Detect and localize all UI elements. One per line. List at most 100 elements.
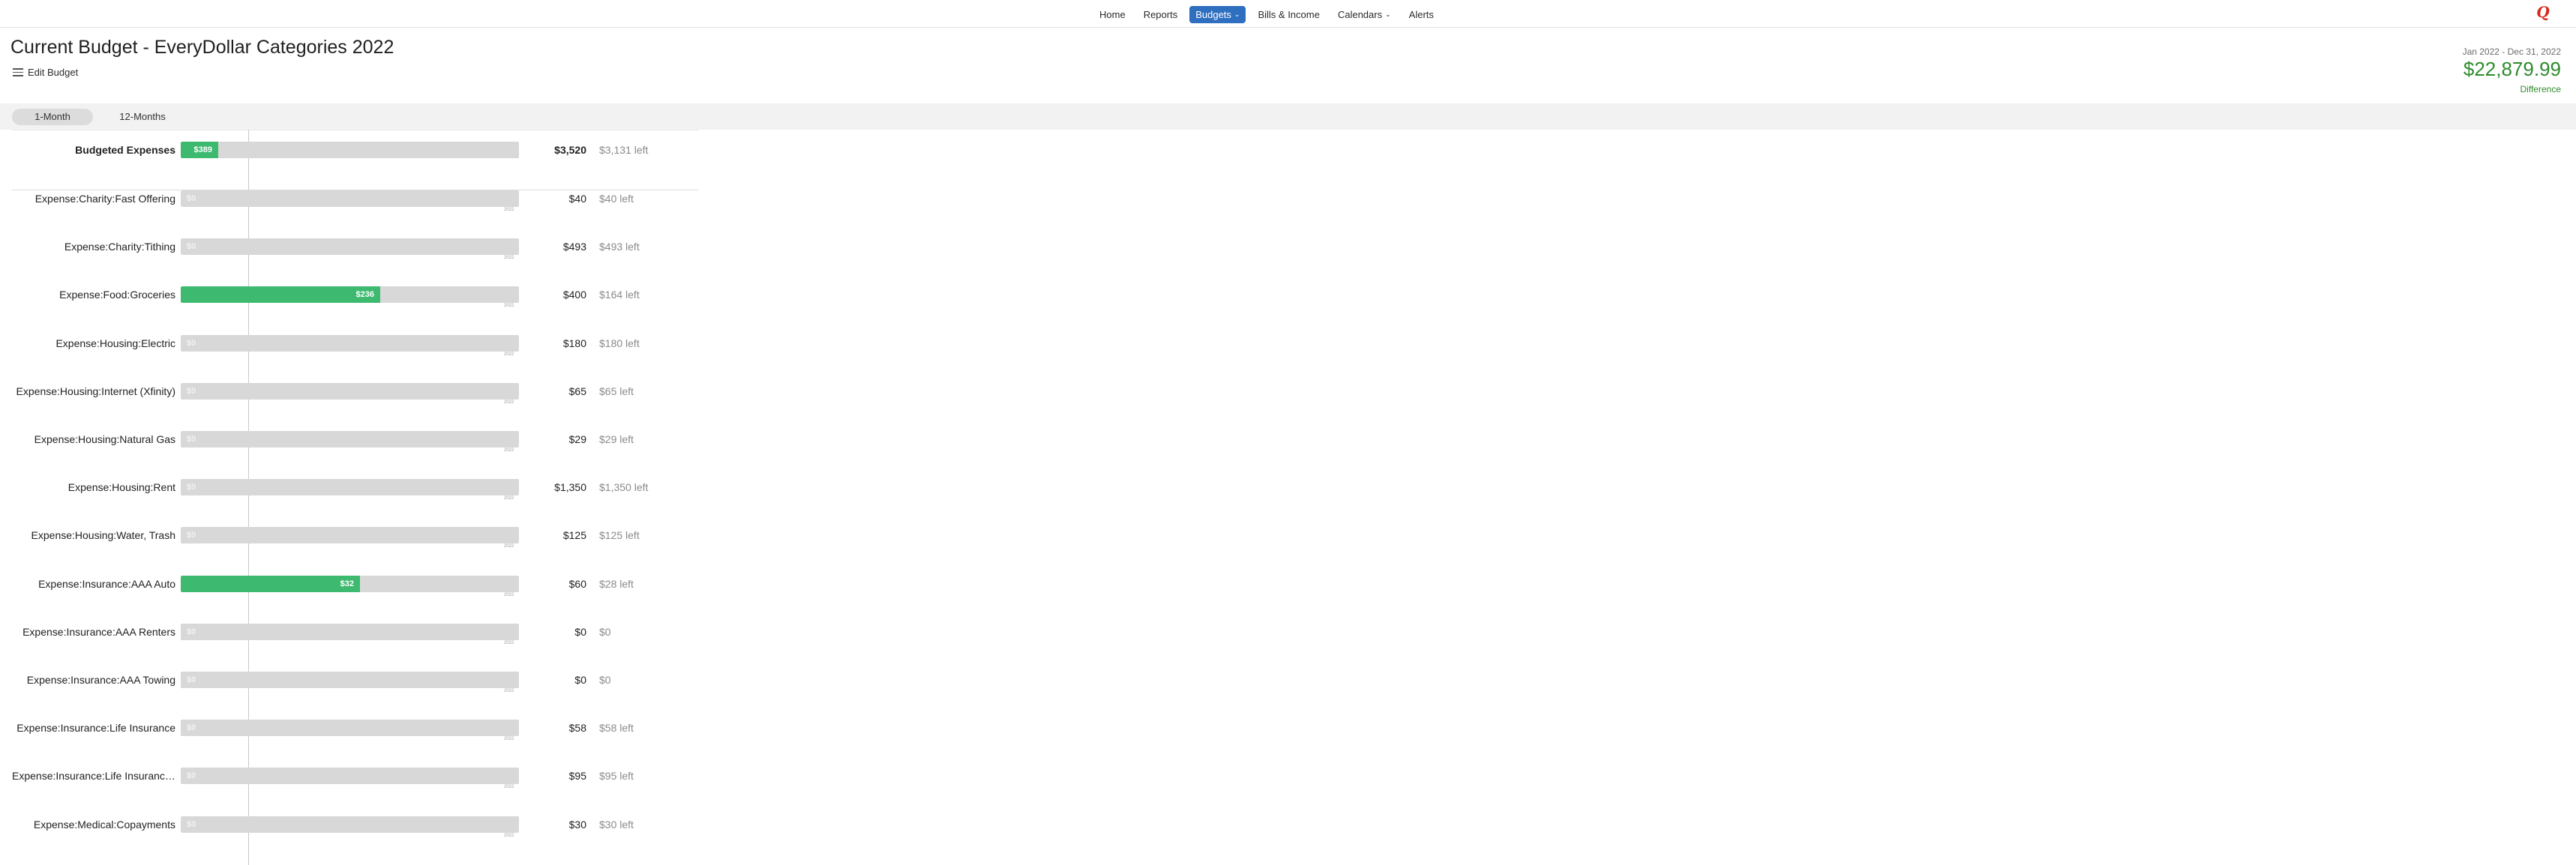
category-name: Expense:Housing:Internet (Xfinity)	[12, 376, 175, 406]
budget-amount: $58	[525, 713, 586, 743]
budget-category-row[interactable]: Expense:Housing:Internet (Xfinity)$0$65$…	[0, 376, 701, 406]
progress-bar[interactable]: $0	[181, 431, 519, 447]
top-navigation: Home Reports Budgets⌄ Bills & Income Calenda…	[0, 0, 2576, 28]
category-name: Expense:Insurance:AAA Renters	[12, 617, 175, 647]
spent-amount: $32	[340, 576, 354, 592]
spent-amount: $0	[187, 720, 196, 736]
progress-bar[interactable]: $0	[181, 816, 519, 833]
progress-bar[interactable]: $0	[181, 479, 519, 495]
category-name: Expense:Insurance:AAA Towing	[12, 665, 175, 695]
spent-amount: $389	[194, 142, 212, 158]
budget-category-row[interactable]: Expense:Insurance:AAA Auto $32 $60 $28 left…	[0, 569, 701, 599]
progress-bar[interactable]: $0	[181, 335, 519, 352]
budget-category-row[interactable]: Expense:Medical:Copayments$0$30$30 left2…	[0, 810, 701, 840]
remaining-amount: $95 left	[599, 761, 634, 791]
progress-bar[interactable]: $0	[181, 238, 519, 255]
chevron-down-icon: ⌄	[1234, 11, 1240, 18]
budget-category-row[interactable]: Expense:Insurance:AAA Renters$0$0$02022	[0, 617, 701, 647]
remaining-amount: $0	[599, 617, 611, 647]
spent-amount: $0	[187, 335, 196, 352]
nav-link-label: Calendars	[1338, 9, 1382, 20]
remaining-amount: $1,350 left	[599, 472, 648, 502]
budget-category-row[interactable]: Expense:Insurance:Life Insurance 2$0$95$…	[0, 761, 701, 791]
progress-bar[interactable]: $0	[181, 527, 519, 543]
nav-link-alerts[interactable]: Alerts	[1403, 6, 1440, 23]
category-name: Expense:Food:Groceries	[12, 280, 175, 310]
budget-amount: $0	[525, 665, 586, 695]
spent-amount: $0	[187, 768, 196, 784]
budget-total-row[interactable]: Budgeted Expenses$389$3,520$3,131 left	[0, 135, 701, 165]
progress-bar[interactable]: $0	[181, 720, 519, 736]
nav-link-bills-income[interactable]: Bills & Income	[1252, 6, 1325, 23]
edit-budget-label: Edit Budget	[28, 67, 78, 78]
nav-link-budgets[interactable]: Budgets⌄	[1189, 6, 1246, 23]
spent-amount: $0	[187, 672, 196, 688]
nav-link-label: Budgets	[1195, 9, 1231, 20]
period-tabs: 1-Month 12-Months	[0, 103, 2576, 130]
budget-category-row[interactable]: Expense:Charity:Tithing$0$493$493 left20…	[0, 232, 701, 262]
budget-category-row[interactable]: Expense:Housing:Natural Gas$0$29$29 left…	[0, 424, 701, 454]
budget-category-row[interactable]: Expense:Insurance:Life Insurance$0$58$58…	[0, 713, 701, 743]
category-name: Expense:Insurance:Life Insurance 2	[12, 761, 175, 791]
progress-bar[interactable]: $0	[181, 672, 519, 688]
list-icon	[13, 68, 23, 76]
budget-category-row[interactable]: Expense:Insurance:AAA Towing $0 $0 $0 2022	[0, 665, 701, 695]
progress-bar[interactable]: $236	[181, 286, 519, 303]
budget-amount: $65	[525, 376, 586, 406]
tab-1-month[interactable]: 1-Month	[12, 109, 93, 125]
spent-amount: $0	[187, 479, 196, 495]
budget-category-row[interactable]: Expense:Charity:Fast Offering$0$40$40 le…	[0, 184, 701, 214]
budget-amount: $60	[525, 569, 586, 599]
budget-category-row[interactable]: Expense:Housing:Electric$0$180$180 left2…	[0, 328, 701, 358]
budget-category-row[interactable]: Expense:Housing:Rent$0$1,350$1,350 left2…	[0, 472, 701, 502]
spent-amount: $0	[187, 624, 196, 640]
edit-budget-button[interactable]: Edit Budget	[13, 67, 78, 78]
spent-amount: $0	[187, 238, 196, 255]
quicken-logo[interactable]: Q	[2535, 4, 2551, 20]
progress-bar[interactable]: $0	[181, 190, 519, 207]
category-name: Expense:Charity:Tithing	[12, 232, 175, 262]
budget-amount: $3,520	[525, 135, 586, 165]
progress-bar[interactable]: $389	[181, 142, 519, 158]
remaining-amount: $28 left	[599, 569, 634, 599]
progress-bar[interactable]: $32	[181, 576, 519, 592]
budget-amount: $180	[525, 328, 586, 358]
bar-tick-label: 2022	[504, 785, 514, 789]
spent-amount: $0	[187, 383, 196, 400]
budget-summary: Jan 2022 - Dec 31, 2022 $22,879.99 Diffe…	[2463, 46, 2561, 94]
tab-12-months[interactable]: 12-Months	[105, 109, 180, 125]
bar-tick-label: 2022	[504, 304, 514, 308]
progress-bar[interactable]: $0	[181, 383, 519, 400]
bar-tick-label: 2022	[504, 593, 514, 597]
bar-tick-label: 2022	[504, 256, 514, 260]
category-name: Expense:Insurance:Life Insurance	[12, 713, 175, 743]
difference-amount: $22,879.99	[2463, 58, 2561, 79]
page-title: Current Budget - EveryDollar Categories …	[10, 37, 394, 58]
remaining-amount: $30 left	[599, 810, 634, 840]
remaining-amount: $0	[599, 665, 611, 695]
remaining-amount: $180 left	[599, 328, 640, 358]
nav-link-calendars[interactable]: Calendars⌄	[1332, 6, 1397, 23]
category-name: Expense:Housing:Natural Gas	[12, 424, 175, 454]
category-name: Expense:Insurance:AAA Auto	[12, 569, 175, 599]
nav-link-home[interactable]: Home	[1093, 6, 1132, 23]
category-name: Expense:Housing:Water, Trash	[12, 520, 175, 550]
progress-bar[interactable]: $0	[181, 768, 519, 784]
progress-fill	[181, 576, 360, 592]
progress-bar[interactable]: $0	[181, 624, 519, 640]
budget-category-row[interactable]: Expense:Food:Groceries$236$400$164 left2…	[0, 280, 701, 310]
spent-amount: $236	[356, 286, 374, 303]
budget-amount: $400	[525, 280, 586, 310]
nav-link-label: Reports	[1144, 9, 1178, 20]
budget-amount: $1,350	[525, 472, 586, 502]
budget-category-row[interactable]: Expense:Housing:Water, Trash$0$125$125 l…	[0, 520, 701, 550]
date-range: Jan 2022 - Dec 31, 2022	[2463, 46, 2561, 57]
progress-fill	[181, 286, 380, 303]
bar-tick-label: 2022	[504, 496, 514, 501]
remaining-amount: $125 left	[599, 520, 640, 550]
bar-tick-label: 2022	[504, 689, 514, 693]
bar-tick-label: 2022	[504, 737, 514, 741]
nav-link-reports[interactable]: Reports	[1138, 6, 1184, 23]
bar-tick-label: 2022	[504, 641, 514, 645]
budget-amount: $29	[525, 424, 586, 454]
